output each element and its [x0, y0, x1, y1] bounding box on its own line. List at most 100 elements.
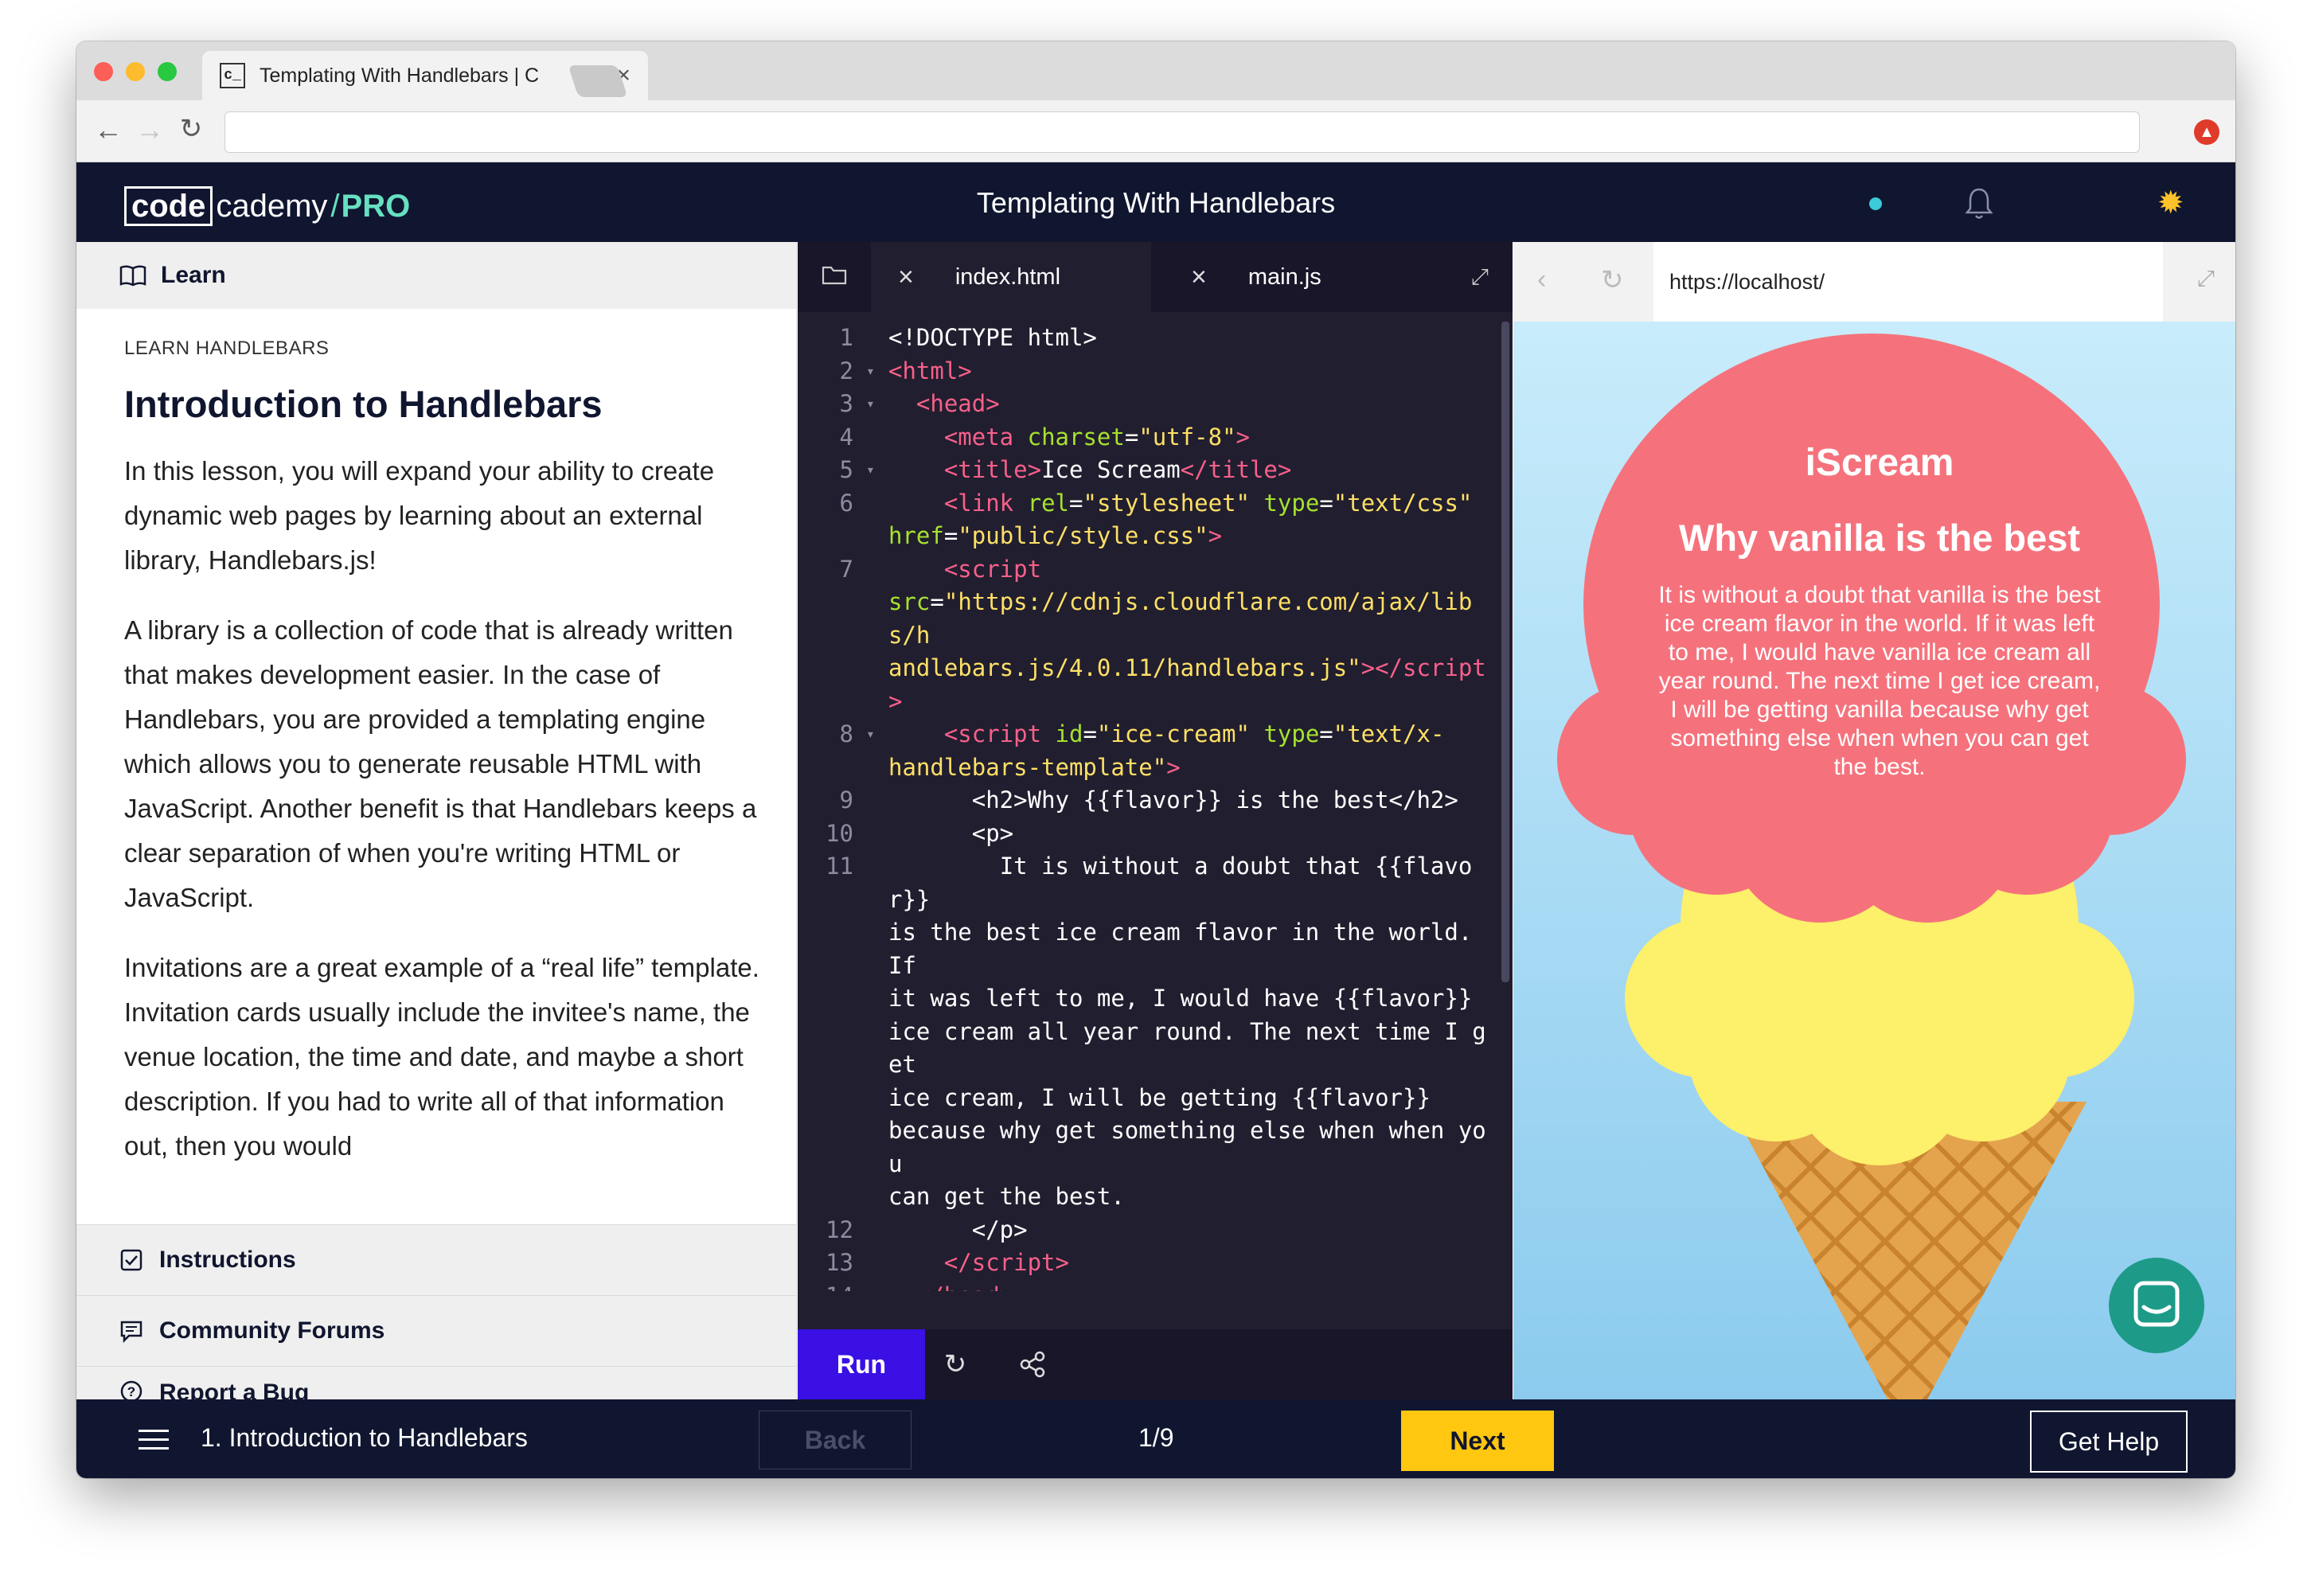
get-help-button[interactable]: Get Help	[2030, 1411, 2188, 1473]
editor-scrollbar[interactable]	[1501, 322, 1509, 982]
folder-icon[interactable]	[822, 264, 847, 285]
codecademy-favicon-icon: c_	[220, 63, 245, 88]
learn-header[interactable]: Learn	[76, 242, 796, 309]
extension-icon[interactable]: ▲	[2194, 119, 2219, 145]
close-tab-icon[interactable]: ×	[1191, 262, 1207, 293]
forward-arrow-icon[interactable]: →	[132, 113, 167, 146]
menu-icon[interactable]	[139, 1430, 169, 1450]
code-line[interactable]: 5 ▾ <title>Ice Scream</title>	[798, 454, 1513, 487]
code-text: It is without a doubt that {{flavor}} is…	[888, 853, 1486, 1210]
window-controls	[94, 62, 177, 81]
line-number: 2	[839, 357, 853, 384]
report-bug-section[interactable]: ? Report a Bug	[76, 1366, 796, 1406]
chat-bubble-icon	[120, 1321, 142, 1343]
learn-panel: Learn LEARN HANDLEBARS Introduction to H…	[76, 242, 797, 1406]
book-icon	[119, 265, 146, 287]
line-number: 4	[839, 423, 853, 451]
zoom-window-button[interactable]	[158, 62, 177, 81]
lesson-paragraph: A library is a collection of code that i…	[124, 615, 757, 912]
tab-index-html[interactable]: × index.html	[871, 242, 1151, 312]
code-line[interactable]: 13 </script>	[798, 1247, 1513, 1280]
status-dot-icon	[1869, 197, 1882, 210]
line-number: 7	[839, 555, 853, 583]
code-line[interactable]: 2 ▾ <html>	[798, 355, 1513, 388]
preview-back-icon[interactable]: ‹	[1537, 264, 1546, 295]
back-button[interactable]: Back	[759, 1411, 912, 1469]
current-lesson-label[interactable]: 1. Introduction to Handlebars	[201, 1423, 528, 1453]
code-text: <script id="ice-cream" type="text/x- han…	[888, 720, 1445, 781]
run-button[interactable]: Run	[798, 1329, 925, 1399]
instructions-section[interactable]: Instructions	[76, 1224, 796, 1295]
lesson-footer: 1. Introduction to Handlebars Back 1/9 N…	[76, 1399, 2235, 1478]
code-text: <!DOCTYPE html>	[888, 324, 1097, 351]
share-icon[interactable]	[1017, 1348, 1049, 1380]
back-arrow-icon[interactable]: ←	[91, 113, 126, 146]
chat-icon	[2133, 1281, 2180, 1327]
code-text: <link rel="stylesheet" type="text/css" h…	[888, 489, 1473, 550]
bell-icon[interactable]	[1963, 186, 1995, 221]
line-number: 8	[839, 720, 853, 747]
fold-arrow-icon[interactable]: ▾	[866, 388, 875, 421]
address-bar[interactable]	[224, 111, 2140, 153]
preview-expand-icon[interactable]: ⤢	[2197, 266, 2215, 292]
line-number: 11	[826, 853, 853, 880]
code-area[interactable]: 1 <!DOCTYPE html> 2 ▾ <html> 3 ▾ <head> 4 <meta…	[798, 322, 1513, 1291]
app-header: code cademy / PRO Templating With Handle…	[76, 162, 2235, 242]
code-line[interactable]: 14 </head>	[798, 1280, 1513, 1292]
new-tab-button[interactable]	[568, 65, 628, 97]
code-text: <html>	[888, 357, 972, 384]
gear-icon[interactable]: ✹	[2157, 185, 2184, 221]
browser-window: c_ Templating With Handlebars | C × ← → …	[76, 41, 2235, 1478]
tab-title: Templating With Handlebars | C	[260, 64, 540, 87]
code-text: <head>	[915, 390, 1000, 417]
reset-icon[interactable]: ↻	[939, 1348, 971, 1380]
browser-preview: ‹ ↻ https://localhost/ ⤢ iScream Why van…	[1513, 242, 2235, 1399]
code-line[interactable]: 9 <h2>Why {{flavor}} is the best</h2>	[798, 784, 1513, 818]
code-text: <p>	[971, 819, 1014, 847]
tab-strip: c_ Templating With Handlebars | C ×	[76, 41, 2235, 100]
code-line[interactable]: 1 <!DOCTYPE html>	[798, 322, 1513, 355]
code-text: <title>Ice Scream</title>	[943, 456, 1292, 483]
tab-label: main.js	[1247, 263, 1321, 290]
code-line[interactable]: 6 <link rel="stylesheet" type="text/css"…	[798, 487, 1513, 553]
code-line[interactable]: 7 <script src="https://cdnjs.cloudflare.…	[798, 553, 1513, 719]
tab-main-js[interactable]: × main.js	[1151, 242, 1422, 312]
code-text: </head>	[888, 1282, 1013, 1292]
fold-arrow-icon[interactable]: ▾	[866, 355, 875, 388]
preview-reload-icon[interactable]: ↻	[1601, 264, 1624, 296]
community-forums-section[interactable]: Community Forums	[76, 1295, 796, 1366]
close-window-button[interactable]	[94, 62, 113, 81]
fold-arrow-icon[interactable]: ▾	[866, 718, 875, 751]
next-button[interactable]: Next	[1401, 1411, 1554, 1471]
editor-tabs: × index.html × main.js ⤢	[798, 242, 1513, 312]
chat-launcher-button[interactable]	[2109, 1258, 2204, 1353]
preview-url[interactable]: https://localhost/	[1653, 242, 2163, 322]
progress-counter: 1/9	[1138, 1423, 1174, 1452]
code-line[interactable]: 8 ▾ <script id="ice-cream" type="text/x- …	[798, 718, 1513, 784]
preview-page: iScream Why vanilla is the best It is wi…	[1513, 322, 2235, 1399]
lesson-content: LEARN HANDLEBARS Introduction to Handleb…	[124, 338, 761, 1181]
code-line[interactable]: 12 </p>	[798, 1214, 1513, 1247]
minimize-window-button[interactable]	[126, 62, 145, 81]
line-number: 3	[839, 390, 853, 417]
code-line[interactable]: 10 <p>	[798, 818, 1513, 851]
fold-arrow-icon[interactable]: ▾	[866, 454, 875, 487]
learn-label: Learn	[161, 262, 226, 288]
code-line[interactable]: 4 <meta charset="utf-8">	[798, 421, 1513, 455]
line-number: 13	[826, 1249, 853, 1276]
code-text: <meta charset="utf-8">	[943, 423, 1250, 451]
code-line[interactable]: 11 It is without a doubt that {{flavor}}…	[798, 850, 1513, 1214]
line-number: 14	[798, 1280, 853, 1292]
line-number: 12	[826, 1216, 853, 1243]
expand-icon[interactable]: ⤢	[1471, 264, 1489, 291]
preview-paragraph: It is without a doubt that vanilla is th…	[1658, 582, 2101, 780]
close-tab-icon[interactable]: ×	[898, 262, 914, 293]
line-number: 10	[826, 819, 853, 847]
reload-icon[interactable]: ↻	[174, 113, 209, 145]
lesson-title: Introduction to Handlebars	[124, 383, 603, 425]
preview-toolbar: ‹ ↻ https://localhost/ ⤢	[1513, 242, 2235, 322]
code-text: <h2>Why {{flavor}} is the best</h2>	[971, 786, 1458, 814]
run-bar: Run ↻	[798, 1329, 1513, 1399]
instructions-label: Instructions	[159, 1247, 296, 1273]
code-line[interactable]: 3 ▾ <head>	[798, 388, 1513, 421]
